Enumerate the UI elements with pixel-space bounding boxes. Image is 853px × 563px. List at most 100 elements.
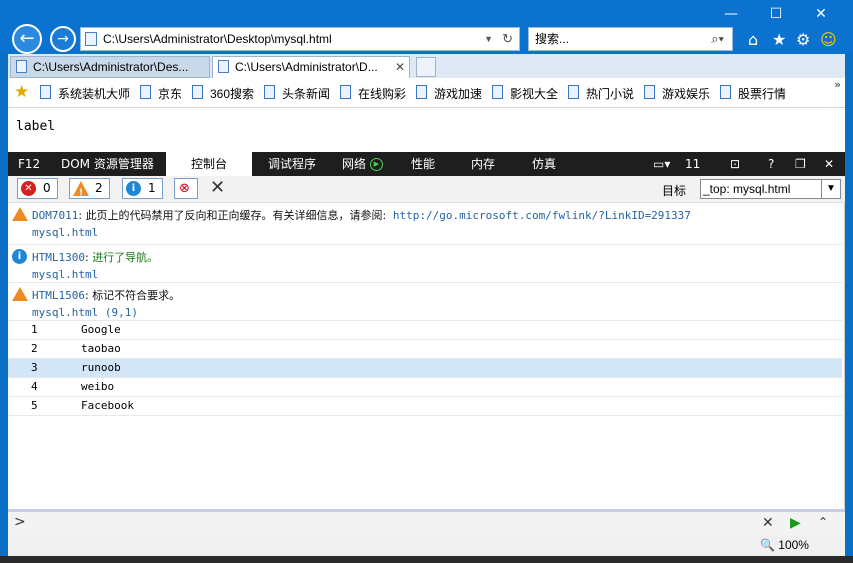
fav-item[interactable]: 在线购彩 [340,85,406,102]
smiley-icon[interactable]: ☺ [820,30,837,50]
list-item: 5 Facebook [8,397,842,416]
devtools-tabs: F12 DOM 资源管理器 控制台 调试程序 网络 ▶ 性能 内存 仿真 ▭▾ … [8,152,845,176]
fav-item[interactable]: 京东 [140,85,182,102]
search-placeholder: 搜索... [535,32,570,46]
status-bar: 🔍 100% [8,536,845,556]
browser-window: ← → C:\Users\Administrator\Desktop\mysql… [0,0,853,563]
run-icon[interactable]: ▶ [790,515,801,531]
tab-debugger[interactable]: 调试程序 [268,152,316,176]
list-item: 2 taobao [8,340,842,359]
tab-2[interactable]: C:\Users\Administrator\D... ✕ [212,56,410,78]
warning-icon [12,287,28,301]
taskbar [0,556,853,563]
favorites-bar: ★ 系统装机大师 京东 360搜索 头条新闻 在线购彩 游戏加速 影视大全 热门… [8,78,845,108]
error-icon: ✕ [21,181,36,196]
list-item: 3 runoob [8,359,842,378]
errors-count: 0 [43,181,51,195]
console-output: DOM7011: 此页上的代码禁用了反向和正向缓存。有关详细信息，请参阅: ht… [8,203,845,509]
page-icon [218,60,229,73]
tab-label: C:\Users\Administrator\Des... [33,60,189,74]
target-label: 目标 [662,184,687,198]
warning-icon [12,207,28,221]
clear-input-icon[interactable]: ✕ [762,515,774,531]
errors-filter-button[interactable]: ✕ 0 [17,178,58,199]
source-link[interactable]: mysql.html [32,226,98,239]
fav-item[interactable]: 股票行情 [720,85,786,102]
maximize-button[interactable]: ☐ [754,0,798,30]
scrollbar[interactable] [844,203,845,509]
clear-navigate-icon: ⊗ [179,181,190,196]
console-toolbar: ✕ 0 ! 2 i 1 ⊗ ✕ 目标 _top: mysql.html ▼ [8,176,845,203]
console-input[interactable]: > ✕ ▶ ⌃ [8,509,845,536]
target-select[interactable]: _top: mysql.html ▼ [700,179,841,199]
prompt-icon: > [14,514,26,530]
address-bar[interactable]: C:\Users\Administrator\Desktop\mysql.htm… [80,27,520,51]
tab-memory[interactable]: 内存 [471,152,495,176]
minimize-button[interactable]: — [709,0,753,30]
clear-on-navigate-button[interactable]: ⊗ [174,178,198,199]
tab-1[interactable]: C:\Users\Administrator\Des... [10,56,210,78]
monitor-icon[interactable]: ▭▾ [653,152,670,176]
console-message: i HTML1300: 进行了导航。 mysql.html [8,245,842,283]
source-link[interactable]: mysql.html [32,268,98,281]
play-icon: ▶ [369,158,383,171]
info-count: 1 [148,181,156,195]
chevron-down-icon[interactable]: ▼ [821,180,840,198]
close-devtools-icon[interactable]: ✕ [824,152,834,176]
favorites-star-icon[interactable]: ★ [14,82,29,102]
tab-network[interactable]: 网络 ▶ [342,152,383,176]
page-label: label [16,119,56,134]
console-icon[interactable]: ⊡ [730,152,740,176]
fav-item[interactable]: 游戏娱乐 [644,85,710,102]
list-item: 4 weibo [8,378,842,397]
fav-item[interactable]: 热门小说 [568,85,634,102]
tab-count: 11 [685,157,701,171]
address-text: C:\Users\Administrator\Desktop\mysql.htm… [103,32,332,46]
tab-performance[interactable]: 性能 [411,152,435,176]
tab-console[interactable]: 控制台 [166,152,252,176]
info-icon: i [126,181,141,196]
tab-label: C:\Users\Administrator\D... [235,60,378,74]
zoom-level[interactable]: 🔍 100% [760,538,809,552]
fav-item[interactable]: 影视大全 [492,85,558,102]
home-icon[interactable]: ⌂ [748,30,758,50]
gear-icon[interactable]: ⚙ [796,30,810,50]
help-link[interactable]: http://go.microsoft.com/fwlink/?LinkID=2… [393,209,691,222]
forward-button[interactable]: → [50,26,76,52]
page-icon [85,32,97,46]
fav-item[interactable]: 系统装机大师 [40,85,130,102]
close-button[interactable]: ✕ [799,0,843,30]
warning-icon: ! [73,181,89,198]
back-button[interactable]: ← [12,24,42,54]
tab-f12[interactable]: F12 [18,152,40,176]
warnings-filter-button[interactable]: ! 2 [69,178,110,199]
console-message: HTML1506: 标记不符合要求。 mysql.html (9,1) [8,283,842,321]
chevron-down-icon[interactable]: ▼ [484,28,493,50]
list-item: 1 Google [8,321,842,340]
fav-item[interactable]: 游戏加速 [416,85,482,102]
source-link[interactable]: mysql.html (9,1) [32,306,138,319]
warnings-count: 2 [95,181,103,195]
new-tab-button[interactable] [416,57,436,77]
page-icon [16,60,27,73]
title-bar: ← → C:\Users\Administrator\Desktop\mysql… [0,0,853,54]
expand-icon[interactable]: ⌃ [818,515,828,529]
tab-dom-explorer[interactable]: DOM 资源管理器 [61,152,154,176]
info-icon: i [12,249,27,264]
search-icon[interactable]: ⌕▾ [711,28,724,50]
tab-emulation[interactable]: 仿真 [532,152,556,176]
favorites-star-icon[interactable]: ★ [772,30,786,50]
undock-icon[interactable]: ❐ [795,152,806,176]
fav-item[interactable]: 360搜索 [192,85,254,102]
refresh-icon[interactable]: ↻ [502,28,513,50]
close-icon[interactable]: ✕ [395,57,405,77]
page-content: label [8,108,845,152]
tab-strip: C:\Users\Administrator\Des... C:\Users\A… [8,54,845,78]
info-filter-button[interactable]: i 1 [122,178,163,199]
help-icon[interactable]: ? [768,152,774,176]
more-favorites-icon[interactable]: » [834,78,841,91]
clear-console-icon[interactable]: ✕ [210,177,225,198]
fav-item[interactable]: 头条新闻 [264,85,330,102]
console-message: DOM7011: 此页上的代码禁用了反向和正向缓存。有关详细信息，请参阅: ht… [8,203,842,245]
search-input[interactable]: 搜索... ⌕▾ [528,27,733,51]
